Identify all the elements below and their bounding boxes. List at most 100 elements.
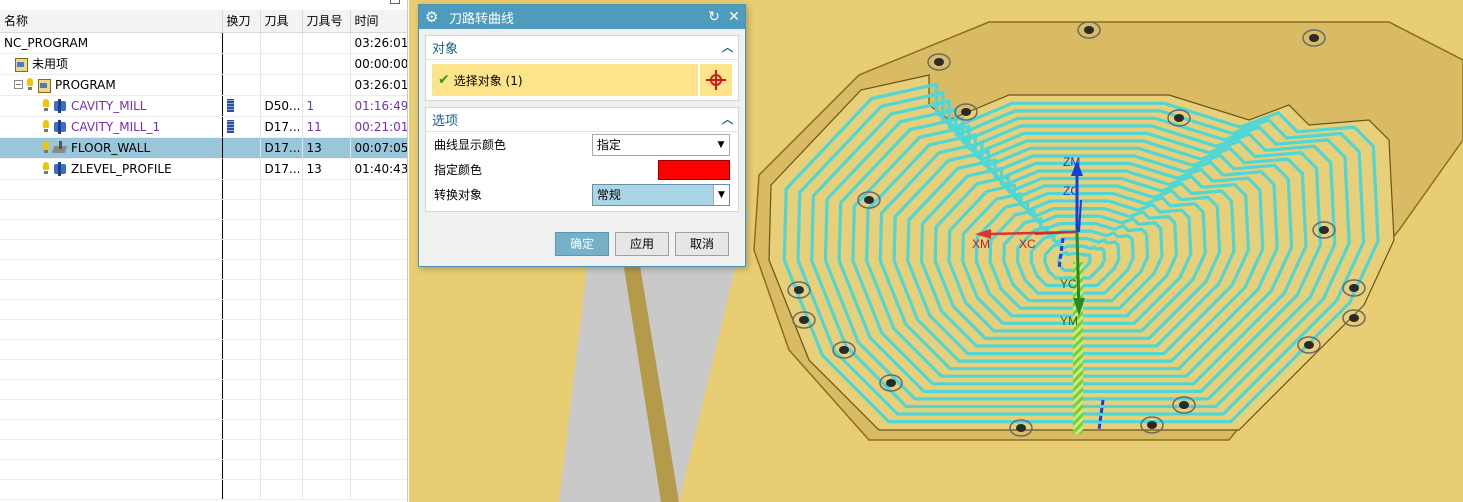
status-bulb-icon [42, 162, 50, 175]
specify-color-label: 指定颜色 [434, 163, 483, 177]
bolt-hole [1349, 284, 1359, 292]
convert-object-value: 常规 [596, 188, 621, 202]
options-group: 选项 ︿ 曲线显示颜色 指定 ▼ 指定颜色 转换对象 常规 ▼ [425, 107, 739, 212]
table-row[interactable]: NC_PROGRAM 03:26:01 [0, 32, 407, 54]
table-row[interactable]: CAVITY_MILL D50... 1 01:16:49 [0, 95, 407, 117]
bolt-hole [1016, 424, 1026, 432]
table-row[interactable]: 未用项 00:00:00 [0, 53, 407, 75]
operation-name: ZLEVEL_PROFILE [71, 161, 172, 176]
navigator-header-row: 名称 换刀 刀具 刀具号 时间 [0, 10, 407, 33]
options-group-header[interactable]: 选项 ︿ [426, 108, 738, 132]
program-icon [14, 57, 28, 72]
operation-name: CAVITY_MILL [71, 98, 147, 113]
name-cell[interactable]: CAVITY_MILL_1 [0, 116, 223, 138]
empty-row [0, 439, 407, 460]
tool-change-cell [222, 95, 261, 117]
column-header-tool-number[interactable]: 刀具号 [302, 10, 351, 33]
tool-cell [260, 74, 303, 96]
time-cell: 00:00:00 [350, 53, 407, 75]
tool-number-cell: 13 [302, 137, 351, 159]
curve-color-dropdown[interactable]: 指定 ▼ [591, 133, 730, 156]
operation-name: FLOOR_WALL [71, 140, 151, 155]
crosshair-select-button[interactable] [700, 64, 732, 96]
empty-row [0, 359, 407, 380]
dropdown-arrow-icon: ▼ [713, 184, 729, 205]
collapse-caret-icon[interactable]: ︿ [722, 42, 733, 53]
name-cell[interactable]: ZLEVEL_PROFILE [0, 158, 223, 180]
axis-label-zc: ZC [1063, 184, 1079, 198]
name-cell[interactable]: CAVITY_MILL [0, 95, 223, 117]
tool-change-cell [222, 116, 261, 138]
axis-label-xc: XC [1019, 237, 1036, 251]
tool-cell: D17... [260, 158, 303, 180]
bolt-hole [799, 316, 809, 324]
apply-button[interactable]: 应用 [615, 232, 669, 256]
bolt-hole [1147, 421, 1157, 429]
column-header-time[interactable]: 时间 [350, 10, 407, 33]
tool-cell: D50... [260, 95, 303, 117]
select-object-field[interactable]: ✔ 选择对象 (1) [432, 64, 698, 96]
column-header-tool-change[interactable]: 换刀 [222, 10, 261, 33]
tool-change-icon [226, 99, 234, 112]
column-header-tool[interactable]: 刀具 [260, 10, 303, 33]
empty-row [0, 239, 407, 260]
name-cell[interactable]: − PROGRAM [0, 74, 223, 96]
reset-icon[interactable]: ↻ [705, 8, 723, 26]
curve-color-value: 指定 [596, 138, 621, 152]
operation-name: NC_PROGRAM [4, 35, 89, 50]
status-bulb-icon [42, 141, 50, 154]
floor-wall-icon [53, 140, 67, 155]
restore-icon[interactable] [390, 0, 400, 4]
empty-row [0, 259, 407, 280]
operation-name: 未用项 [32, 57, 69, 71]
table-row[interactable]: CAVITY_MILL_1 D17... 11 00:21:01 [0, 116, 407, 138]
cavity-mill-icon [53, 119, 67, 134]
tool-change-cell [222, 137, 261, 159]
gear-icon: ⚙ [425, 8, 439, 26]
navigator-toolbar-strip [0, 0, 407, 6]
tool-cell [260, 53, 303, 75]
empty-row [0, 279, 407, 300]
axis-label-ym: YM [1060, 314, 1078, 328]
empty-row [0, 399, 407, 420]
collapse-toggle-icon[interactable]: − [14, 80, 23, 89]
cancel-button[interactable]: 取消 [675, 232, 729, 256]
object-group-header[interactable]: 对象 ︿ [426, 36, 738, 60]
convert-object-dropdown[interactable]: 常规 ▼ [591, 183, 730, 206]
bolt-hole [864, 196, 874, 204]
tool-change-cell [222, 158, 261, 180]
ok-button[interactable]: 确定 [555, 232, 609, 256]
name-cell[interactable]: NC_PROGRAM [0, 32, 223, 54]
name-cell[interactable]: 未用项 [0, 53, 223, 75]
dropdown-arrow-icon: ▼ [717, 139, 725, 150]
bolt-hole [839, 346, 849, 354]
curve-color-label: 曲线显示颜色 [434, 138, 507, 152]
table-row[interactable]: − PROGRAM 03:26:01 [0, 74, 407, 96]
dialog-titlebar[interactable]: ⚙ 刀路转曲线 ↻ ✕ [419, 5, 745, 29]
table-row[interactable]: FLOOR_WALL D17... 13 00:07:05 [0, 137, 407, 159]
convert-object-row: 转换对象 常规 ▼ [426, 182, 738, 207]
operation-navigator: 名称 换刀 刀具 刀具号 时间 NC_PROGRAM 03:26:01 未用项 00:… [0, 0, 408, 502]
specify-color-row: 指定颜色 [426, 157, 738, 182]
tool-change-cell [222, 32, 261, 54]
tool-number-cell: 13 [302, 158, 351, 180]
tool-change-icon [226, 120, 234, 133]
bolt-hole [1084, 26, 1094, 34]
collapse-caret-icon[interactable]: ︿ [722, 114, 733, 125]
time-cell: 03:26:01 [350, 74, 407, 96]
axis-label-yc: YC [1060, 277, 1077, 291]
object-group: 对象 ︿ ✔ 选择对象 (1) [425, 35, 739, 101]
column-header-name[interactable]: 名称 [0, 10, 223, 33]
table-row[interactable]: ZLEVEL_PROFILE D17... 13 01:40:43 [0, 158, 407, 180]
options-group-title: 选项 [432, 114, 459, 129]
navigator-table: 名称 换刀 刀具 刀具号 时间 NC_PROGRAM 03:26:01 未用项 00:… [0, 10, 407, 500]
bolt-hole [934, 58, 944, 66]
bolt-hole [794, 286, 804, 294]
status-bulb-icon [26, 78, 34, 91]
color-swatch-button[interactable] [658, 159, 730, 180]
dialog-title: 刀路转曲线 [449, 11, 515, 27]
name-cell[interactable]: FLOOR_WALL [0, 137, 223, 159]
close-icon[interactable]: ✕ [725, 8, 743, 26]
time-cell: 01:40:43 [350, 158, 407, 180]
curve-color-row: 曲线显示颜色 指定 ▼ [426, 132, 738, 157]
